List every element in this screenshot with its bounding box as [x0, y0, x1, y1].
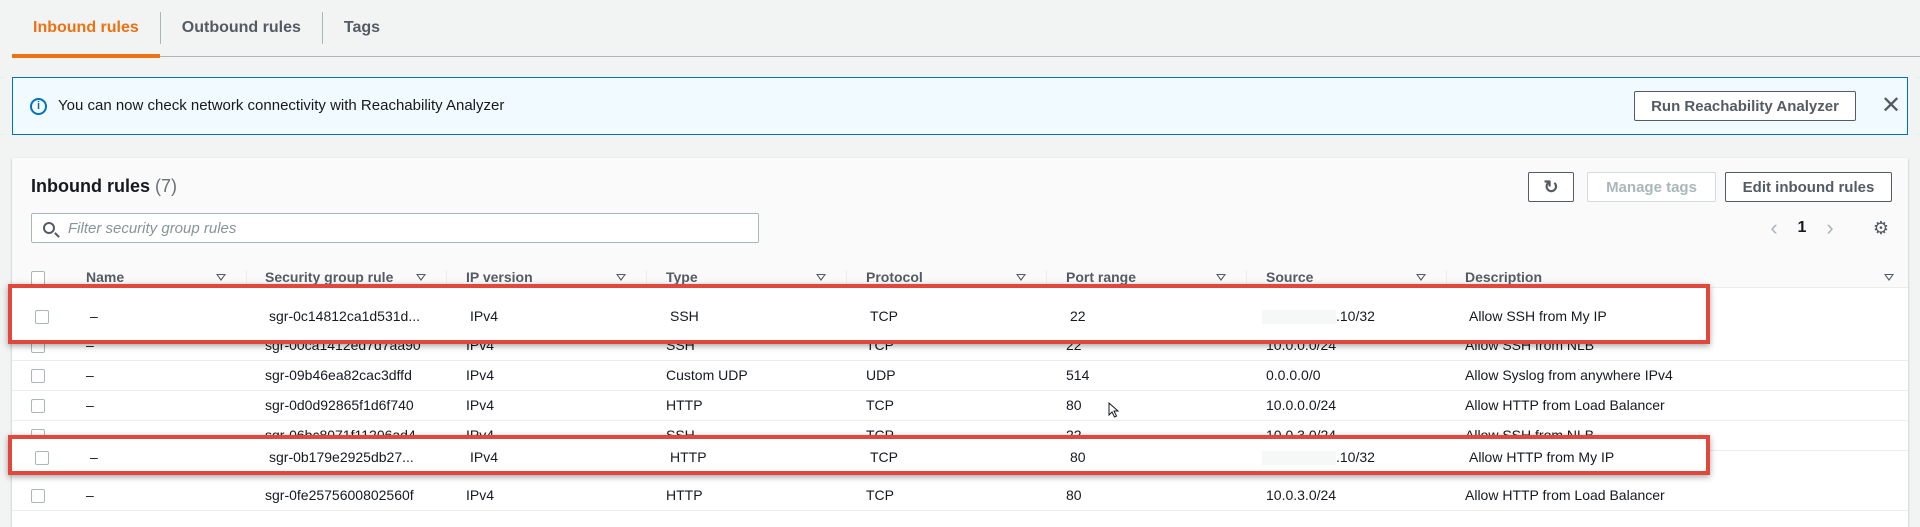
sort-icon[interactable]	[1216, 274, 1226, 281]
table-row[interactable]: – sgr-0d0d92865f1d6f740 IPv4 HTTP TCP 80 10.0.…	[12, 391, 1908, 421]
cell-description: Allow HTTP from My IP	[1469, 449, 1615, 465]
cell-type: Custom UDP	[666, 367, 748, 383]
tab-tags[interactable]: Tags	[323, 0, 401, 56]
row-checkbox[interactable]	[35, 310, 49, 324]
cell-security-group-rule: sgr-0d0d92865f1d6f740	[265, 397, 414, 413]
tab-inbound-rules[interactable]: Inbound rules	[12, 0, 160, 58]
cell-name: –	[90, 308, 98, 324]
cell-ip-version: IPv4	[470, 308, 499, 324]
cell-port-range: 514	[1066, 367, 1090, 383]
page-number[interactable]: 1	[1786, 219, 1818, 237]
sort-icon[interactable]	[216, 274, 226, 281]
table-row[interactable]: – sgr-0c14812ca1d531d... IPv4 SSH TCP 22 .10/3…	[8, 284, 1710, 344]
chevron-left-icon[interactable]: ‹	[1762, 217, 1786, 239]
table-row[interactable]: – sgr-09b46ea82cac3dffd IPv4 Custom UDP UDP 5…	[12, 361, 1908, 391]
cell-protocol: TCP	[870, 449, 898, 465]
cell-protocol: TCP	[866, 487, 894, 503]
row-checkbox[interactable]	[31, 399, 45, 413]
search-input[interactable]	[68, 218, 748, 238]
sort-icon[interactable]	[1884, 274, 1894, 281]
cell-security-group-rule: sgr-0b179e2925db27...	[269, 449, 414, 465]
rule-count: (7)	[155, 176, 178, 196]
cell-source: 10.0.3.0/24	[1266, 487, 1337, 503]
panel-title-text: Inbound rules	[31, 176, 150, 196]
cell-name: –	[86, 367, 94, 383]
tab-outbound-rules[interactable]: Outbound rules	[161, 0, 322, 56]
cell-name: –	[86, 487, 94, 503]
cell-source: .10/32	[1262, 308, 1375, 325]
select-all-checkbox[interactable]	[31, 271, 45, 285]
cell-ip-version: IPv4	[470, 449, 499, 465]
row-checkbox[interactable]	[35, 451, 49, 465]
sort-icon[interactable]	[816, 274, 826, 281]
cell-security-group-rule: sgr-0fe2575600802560f	[265, 487, 414, 503]
cell-protocol: TCP	[870, 308, 898, 324]
manage-tags-button[interactable]: Manage tags	[1587, 172, 1716, 202]
cell-description: Allow HTTP from Load Balancer	[1465, 487, 1665, 503]
cell-type: SSH	[670, 308, 699, 324]
pagination: ‹ 1 ›	[1762, 216, 1842, 240]
cell-protocol: UDP	[866, 367, 896, 383]
sort-icon[interactable]	[1016, 274, 1026, 281]
panel-title: Inbound rules (7)	[31, 176, 177, 197]
inbound-rules-panel: Inbound rules (7) ↻ Manage tags Edit inb…	[8, 158, 1908, 527]
cell-description: Allow SSH from My IP	[1469, 308, 1607, 324]
info-icon: i	[30, 98, 47, 115]
redacted-ip-mask	[1262, 310, 1336, 325]
row-checkbox[interactable]	[31, 489, 45, 503]
cell-description: Allow Syslog from anywhere IPv4	[1465, 367, 1673, 383]
edit-inbound-rules-button[interactable]: Edit inbound rules	[1725, 172, 1892, 202]
mouse-cursor-icon	[1108, 402, 1120, 418]
redacted-ip-mask	[1262, 451, 1336, 466]
source-suffix: .10/32	[1336, 449, 1375, 465]
sort-icon[interactable]	[616, 274, 626, 281]
flash-message: You can now check network connectivity w…	[58, 97, 505, 114]
row-checkbox[interactable]	[31, 369, 45, 383]
close-icon[interactable]: ✕	[1879, 92, 1903, 120]
tab-bar: Inbound rules Outbound rules Tags	[12, 0, 1920, 58]
filter-search-box[interactable]	[31, 213, 759, 243]
cell-source: 0.0.0.0/0	[1266, 367, 1321, 383]
cell-name: –	[86, 397, 94, 413]
cell-ip-version: IPv4	[466, 487, 495, 503]
chevron-right-icon[interactable]: ›	[1818, 217, 1842, 239]
sort-icon[interactable]	[416, 274, 426, 281]
source-suffix: .10/32	[1336, 308, 1375, 324]
gear-icon[interactable]: ⚙	[1872, 219, 1890, 237]
table-row[interactable]: – sgr-0fe2575600802560f IPv4 HTTP TCP 80 10.0.…	[12, 481, 1908, 511]
cell-source: .10/32	[1262, 449, 1375, 466]
cell-ip-version: IPv4	[466, 397, 495, 413]
reachability-flash-banner: i You can now check network connectivity…	[12, 77, 1908, 135]
cell-description: Allow HTTP from Load Balancer	[1465, 397, 1665, 413]
cell-port-range: 22	[1070, 308, 1086, 324]
cell-port-range: 80	[1070, 449, 1086, 465]
refresh-icon: ↻	[1543, 176, 1559, 197]
cell-security-group-rule: sgr-0c14812ca1d531d...	[269, 308, 420, 324]
refresh-button[interactable]: ↻	[1528, 172, 1574, 202]
cell-port-range: 80	[1066, 397, 1082, 413]
cell-type: HTTP	[666, 487, 703, 503]
cell-security-group-rule: sgr-09b46ea82cac3dffd	[265, 367, 412, 383]
cell-name: –	[90, 449, 98, 465]
run-reachability-analyzer-button[interactable]: Run Reachability Analyzer	[1634, 91, 1856, 121]
cell-protocol: TCP	[866, 397, 894, 413]
cell-ip-version: IPv4	[466, 367, 495, 383]
cell-source: 10.0.0.0/24	[1266, 397, 1337, 413]
search-icon	[43, 222, 55, 234]
cell-type: HTTP	[670, 449, 707, 465]
cell-type: HTTP	[666, 397, 703, 413]
panel-header: Inbound rules (7) ↻ Manage tags Edit inb…	[12, 158, 1908, 288]
table-row[interactable]: – sgr-0b179e2925db27... IPv4 HTTP TCP 80 .10/3…	[8, 435, 1710, 475]
cell-port-range: 80	[1066, 487, 1082, 503]
sort-icon[interactable]	[1416, 274, 1426, 281]
